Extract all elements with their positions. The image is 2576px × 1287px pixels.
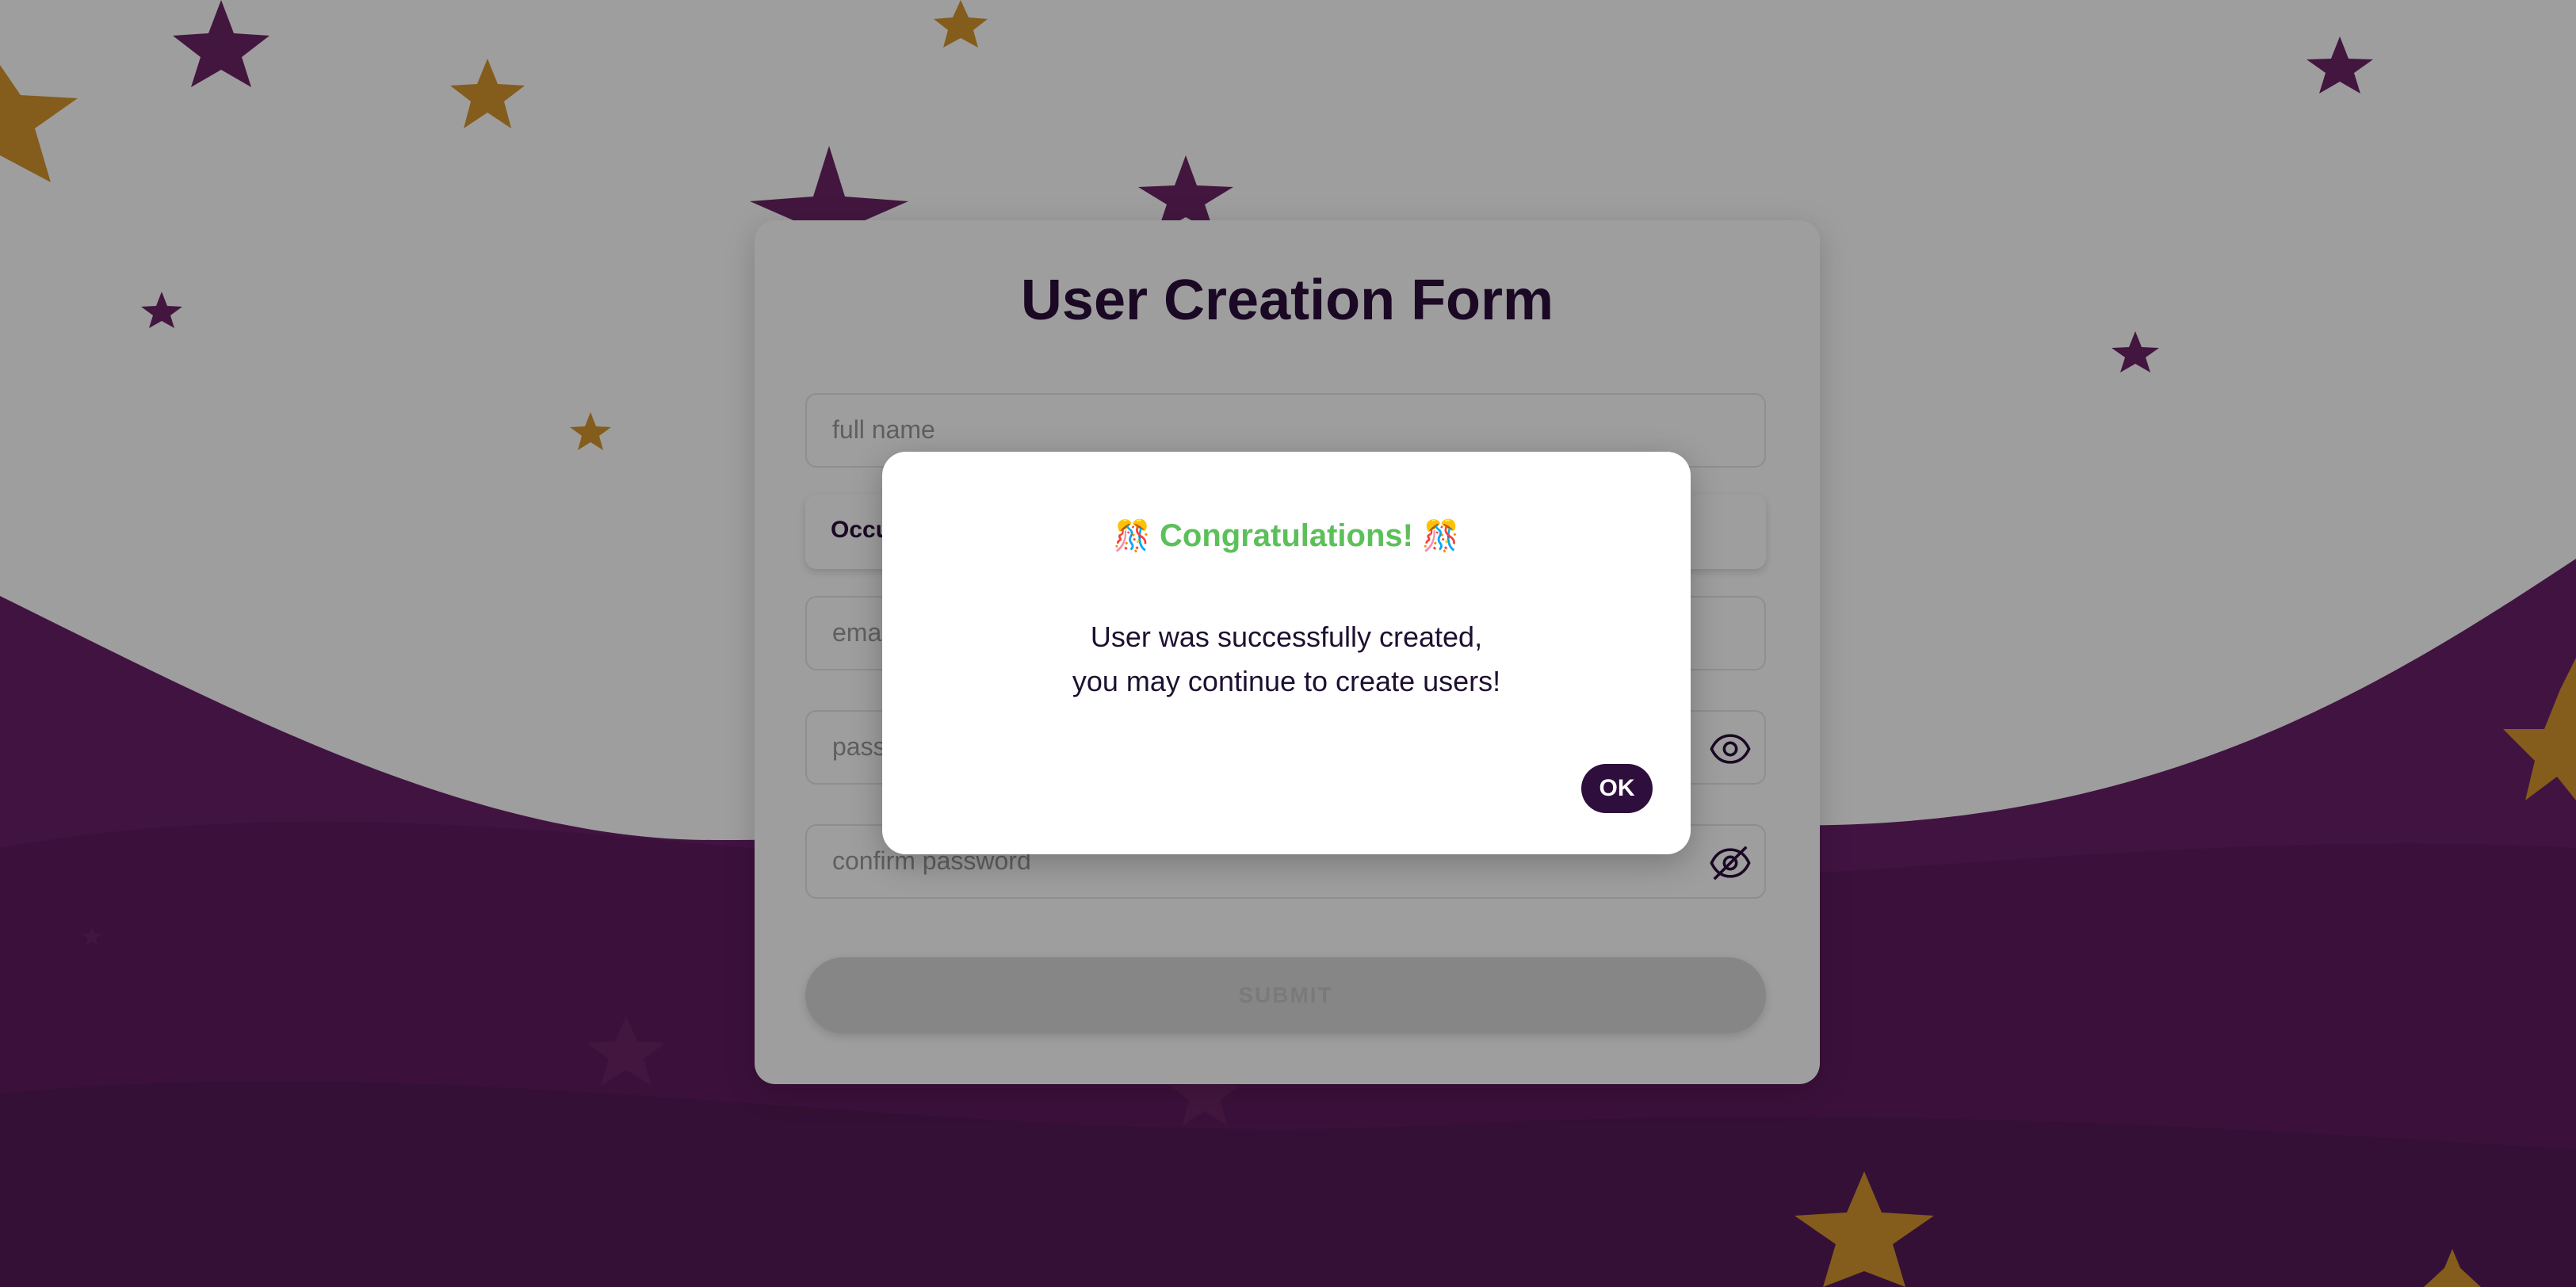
ok-button[interactable]: OK <box>1581 764 1653 813</box>
dialog-title: 🎊 Congratulations! 🎊 <box>882 518 1691 554</box>
confetti-icon: 🎊 <box>1113 520 1151 553</box>
success-dialog: 🎊 Congratulations! 🎊 User was successful… <box>882 452 1691 854</box>
dialog-message-line1: User was successfully created, <box>1090 621 1483 653</box>
confetti-icon: 🎊 <box>1422 520 1460 553</box>
dialog-title-text: Congratulations! <box>1160 518 1413 553</box>
dialog-message: User was successfully created, you may c… <box>882 615 1691 704</box>
dialog-message-line2: you may continue to create users! <box>1072 665 1501 697</box>
